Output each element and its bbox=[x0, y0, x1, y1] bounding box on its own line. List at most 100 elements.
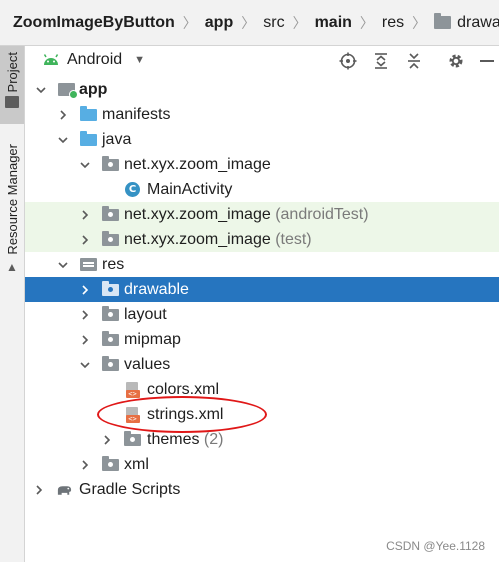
breadcrumb-separator: 〉 bbox=[241, 14, 256, 31]
package-icon bbox=[102, 230, 119, 247]
breadcrumb-module[interactable]: app bbox=[205, 14, 233, 32]
tree-node-package-test[interactable]: net.xyx.zoom_image (test) bbox=[25, 227, 499, 252]
tree-label: java bbox=[102, 130, 132, 148]
project-toolbar: Android ▼ bbox=[25, 46, 499, 74]
package-icon bbox=[102, 280, 119, 297]
project-tab-label: Project bbox=[4, 52, 20, 93]
chevron-right-icon[interactable] bbox=[78, 458, 92, 472]
package-name: net.xyx.zoom_image bbox=[124, 230, 271, 248]
breadcrumb-drawable-label: drawable-v2 bbox=[457, 13, 499, 31]
xml-file-icon: <> bbox=[124, 381, 141, 398]
collapse-all-icon[interactable] bbox=[404, 51, 424, 71]
tree-label: net.xyx.zoom_image (test) bbox=[124, 231, 312, 249]
tree-label: app bbox=[79, 80, 108, 98]
breadcrumb-main[interactable]: main bbox=[315, 14, 352, 32]
class-icon: C bbox=[124, 182, 141, 197]
tree-label: xml bbox=[124, 455, 149, 473]
package-name: net.xyx.zoom_image bbox=[124, 205, 271, 223]
breadcrumb-drawable[interactable]: drawable-v2 bbox=[434, 13, 499, 32]
expand-all-icon[interactable] bbox=[371, 51, 391, 71]
folder-icon bbox=[80, 130, 97, 147]
minimize-icon[interactable] bbox=[477, 51, 497, 71]
chevron-down-icon[interactable]: ▼ bbox=[134, 54, 145, 66]
shapes-icon: ▲ bbox=[6, 259, 18, 274]
project-tree: app manifests java net.xyx.zoom_image C … bbox=[25, 77, 499, 502]
chevron-right-icon[interactable] bbox=[78, 283, 92, 297]
tree-label: mipmap bbox=[124, 330, 181, 348]
xml-file-icon: <> bbox=[124, 406, 141, 423]
resource-manager-tab-label: Resource Manager bbox=[4, 144, 20, 255]
tree-node-values[interactable]: values bbox=[25, 352, 499, 377]
tree-label: drawable bbox=[124, 280, 189, 298]
chevron-right-icon[interactable] bbox=[32, 483, 46, 497]
tree-node-package-android-test[interactable]: net.xyx.zoom_image (androidTest) bbox=[25, 202, 499, 227]
item-count: (2) bbox=[203, 430, 224, 448]
tree-node-gradle-scripts[interactable]: Gradle Scripts bbox=[25, 477, 499, 502]
chevron-right-icon[interactable] bbox=[56, 108, 70, 122]
tree-label: colors.xml bbox=[147, 380, 220, 398]
tree-label: MainActivity bbox=[147, 180, 233, 198]
chevron-right-icon[interactable] bbox=[78, 208, 92, 222]
package-icon bbox=[124, 430, 141, 447]
tree-node-res[interactable]: res bbox=[25, 252, 499, 277]
source-set-hint: (androidTest) bbox=[275, 205, 369, 223]
breadcrumb-project[interactable]: ZoomImageByButton bbox=[13, 14, 175, 32]
tree-label: manifests bbox=[102, 105, 171, 123]
project-tool-tab[interactable]: Project bbox=[0, 46, 24, 124]
tree-node-mipmap[interactable]: mipmap bbox=[25, 327, 499, 352]
tree-node-main-activity[interactable]: C MainActivity bbox=[25, 177, 499, 202]
tree-label: strings.xml bbox=[147, 405, 224, 423]
breadcrumb-res[interactable]: res bbox=[382, 14, 404, 32]
chevron-down-icon[interactable] bbox=[56, 133, 70, 147]
chevron-down-icon[interactable] bbox=[78, 358, 92, 372]
chevron-down-icon[interactable] bbox=[34, 83, 48, 97]
package-icon bbox=[102, 205, 119, 222]
android-icon bbox=[43, 54, 59, 66]
tree-label: themes (2) bbox=[147, 431, 223, 449]
watermark: CSDN @Yee.1128 bbox=[386, 539, 485, 553]
tree-label: net.xyx.zoom_image bbox=[124, 155, 271, 173]
package-icon bbox=[102, 305, 119, 322]
breadcrumb-separator: 〉 bbox=[359, 14, 374, 31]
tree-label: Gradle Scripts bbox=[79, 480, 181, 498]
tool-window-strip: Project Resource Manager ▲ bbox=[0, 46, 25, 562]
source-set-hint: (test) bbox=[275, 230, 312, 248]
locate-icon[interactable] bbox=[338, 51, 358, 71]
package-icon bbox=[102, 155, 119, 172]
gear-icon[interactable] bbox=[446, 51, 466, 71]
resource-folder-icon bbox=[80, 257, 97, 272]
breadcrumb: ZoomImageByButton 〉 app 〉 src 〉 main 〉 r… bbox=[0, 0, 499, 46]
tree-node-package-main[interactable]: net.xyx.zoom_image bbox=[25, 152, 499, 177]
chevron-right-icon[interactable] bbox=[100, 433, 114, 447]
resource-manager-tool-tab[interactable]: Resource Manager ▲ bbox=[0, 138, 24, 288]
folder-icon bbox=[434, 13, 452, 29]
tree-node-layout[interactable]: layout bbox=[25, 302, 499, 327]
tree-node-manifests[interactable]: manifests bbox=[25, 102, 499, 127]
tree-node-drawable[interactable]: drawable bbox=[25, 277, 499, 302]
tree-label: net.xyx.zoom_image (androidTest) bbox=[124, 206, 369, 224]
module-icon bbox=[58, 82, 78, 99]
tree-label: values bbox=[124, 355, 171, 373]
breadcrumb-src[interactable]: src bbox=[263, 14, 284, 32]
chevron-right-icon[interactable] bbox=[78, 333, 92, 347]
folder-name: themes bbox=[147, 430, 200, 448]
chevron-down-icon[interactable] bbox=[56, 258, 70, 272]
tree-node-xml[interactable]: xml bbox=[25, 452, 499, 477]
tree-node-themes[interactable]: themes (2) bbox=[25, 427, 499, 452]
breadcrumb-separator: 〉 bbox=[412, 14, 427, 31]
folder-icon bbox=[5, 96, 19, 109]
gradle-elephant-icon bbox=[56, 482, 73, 497]
tree-node-java[interactable]: java bbox=[25, 127, 499, 152]
chevron-right-icon[interactable] bbox=[78, 308, 92, 322]
tree-node-app[interactable]: app bbox=[25, 77, 499, 102]
chevron-down-icon[interactable] bbox=[78, 158, 92, 172]
view-mode-selector[interactable]: Android bbox=[67, 51, 122, 69]
tree-label: res bbox=[102, 255, 125, 273]
breadcrumb-separator: 〉 bbox=[182, 14, 197, 31]
tree-node-colors-xml[interactable]: <> colors.xml bbox=[25, 377, 499, 402]
package-icon bbox=[102, 455, 119, 472]
tree-label: layout bbox=[124, 305, 167, 323]
folder-icon bbox=[80, 105, 97, 122]
chevron-right-icon[interactable] bbox=[78, 233, 92, 247]
tree-node-strings-xml[interactable]: <> strings.xml bbox=[25, 402, 499, 427]
